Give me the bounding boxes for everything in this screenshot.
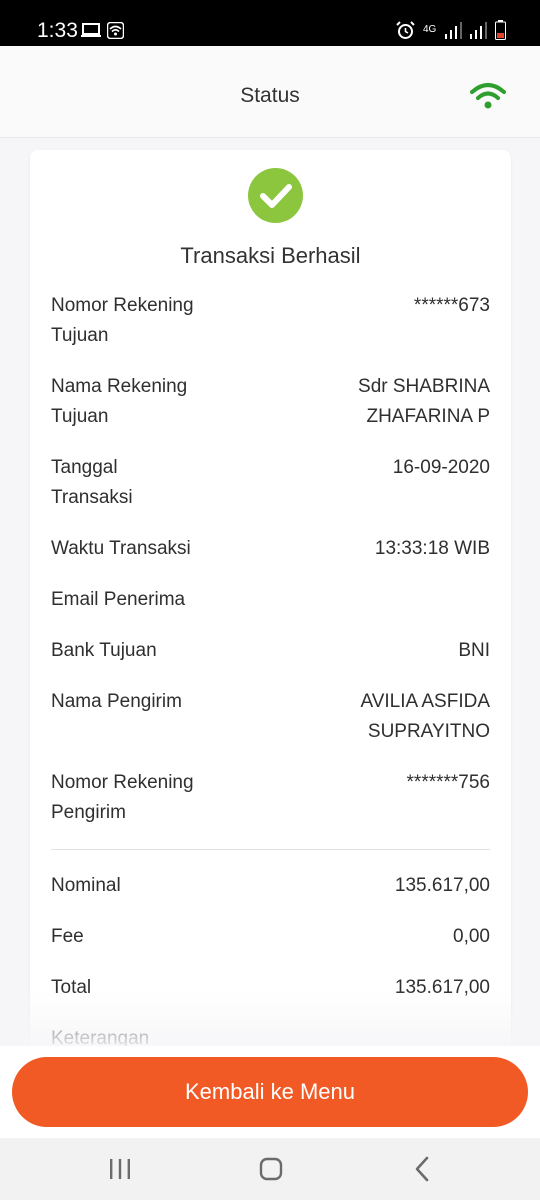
network-type-label: 4G	[423, 24, 437, 35]
detail-label: Nomor Rekening Tujuan	[51, 295, 194, 346]
amount-value: 0,00	[453, 926, 490, 947]
status-bar: 1:33 4G	[0, 0, 540, 46]
transaction-card: Transaksi Berhasil Nomor Rekening Tujuan…	[30, 150, 511, 1150]
amount-value: 135.617,00	[394, 875, 490, 896]
amount-label: Fee	[51, 926, 84, 947]
page-title: Status	[240, 84, 300, 107]
signal-icon	[445, 22, 462, 39]
app-bar: Status	[0, 46, 540, 138]
detail-value: BNI	[458, 640, 490, 661]
signal-icon-2	[470, 22, 487, 39]
connection-wifi-icon	[470, 83, 506, 109]
home-icon[interactable]	[259, 1157, 283, 1181]
detail-label: Nama Rekening Tujuan	[51, 376, 188, 427]
detail-value: ******673	[413, 295, 490, 316]
detail-value: 13:33:18 WIB	[374, 538, 490, 559]
amount-label: Nominal	[51, 875, 121, 896]
detail-label: Nama Pengirim	[51, 691, 182, 712]
detail-value: 16-09-2020	[392, 457, 490, 478]
amount-value: 135.617,00	[394, 977, 490, 998]
back-icon[interactable]	[412, 1156, 432, 1182]
detail-label: Waktu Transaksi	[51, 538, 191, 559]
detail-value: *******756	[406, 772, 490, 793]
transaction-status-title: Transaksi Berhasil	[180, 243, 361, 268]
bottom-action-area: Kembali ke Menu	[0, 1046, 540, 1138]
status-right-icons: 4G	[396, 19, 506, 41]
detail-value: AVILIA ASFIDA SUPRAYITNO	[360, 691, 490, 742]
wifi-notification-icon	[107, 22, 124, 39]
detail-label: Email Penerima	[51, 589, 186, 610]
battery-icon	[495, 20, 506, 40]
laptop-icon	[81, 23, 101, 37]
recent-apps-icon[interactable]	[108, 1158, 132, 1180]
detail-label: Nomor Rekening Pengirim	[51, 772, 194, 823]
back-to-menu-button[interactable]: Kembali ke Menu	[12, 1057, 528, 1127]
success-check-icon	[248, 168, 303, 223]
detail-label: Tanggal Transaksi	[51, 457, 133, 508]
status-time: 1:33	[37, 19, 78, 42]
divider	[51, 849, 490, 850]
system-nav-bar	[0, 1138, 540, 1200]
detail-value: Sdr SHABRINA ZHAFARINA P	[358, 376, 490, 427]
detail-label: Bank Tujuan	[51, 640, 157, 661]
amount-label: Total	[51, 977, 92, 998]
alarm-icon	[396, 20, 415, 39]
